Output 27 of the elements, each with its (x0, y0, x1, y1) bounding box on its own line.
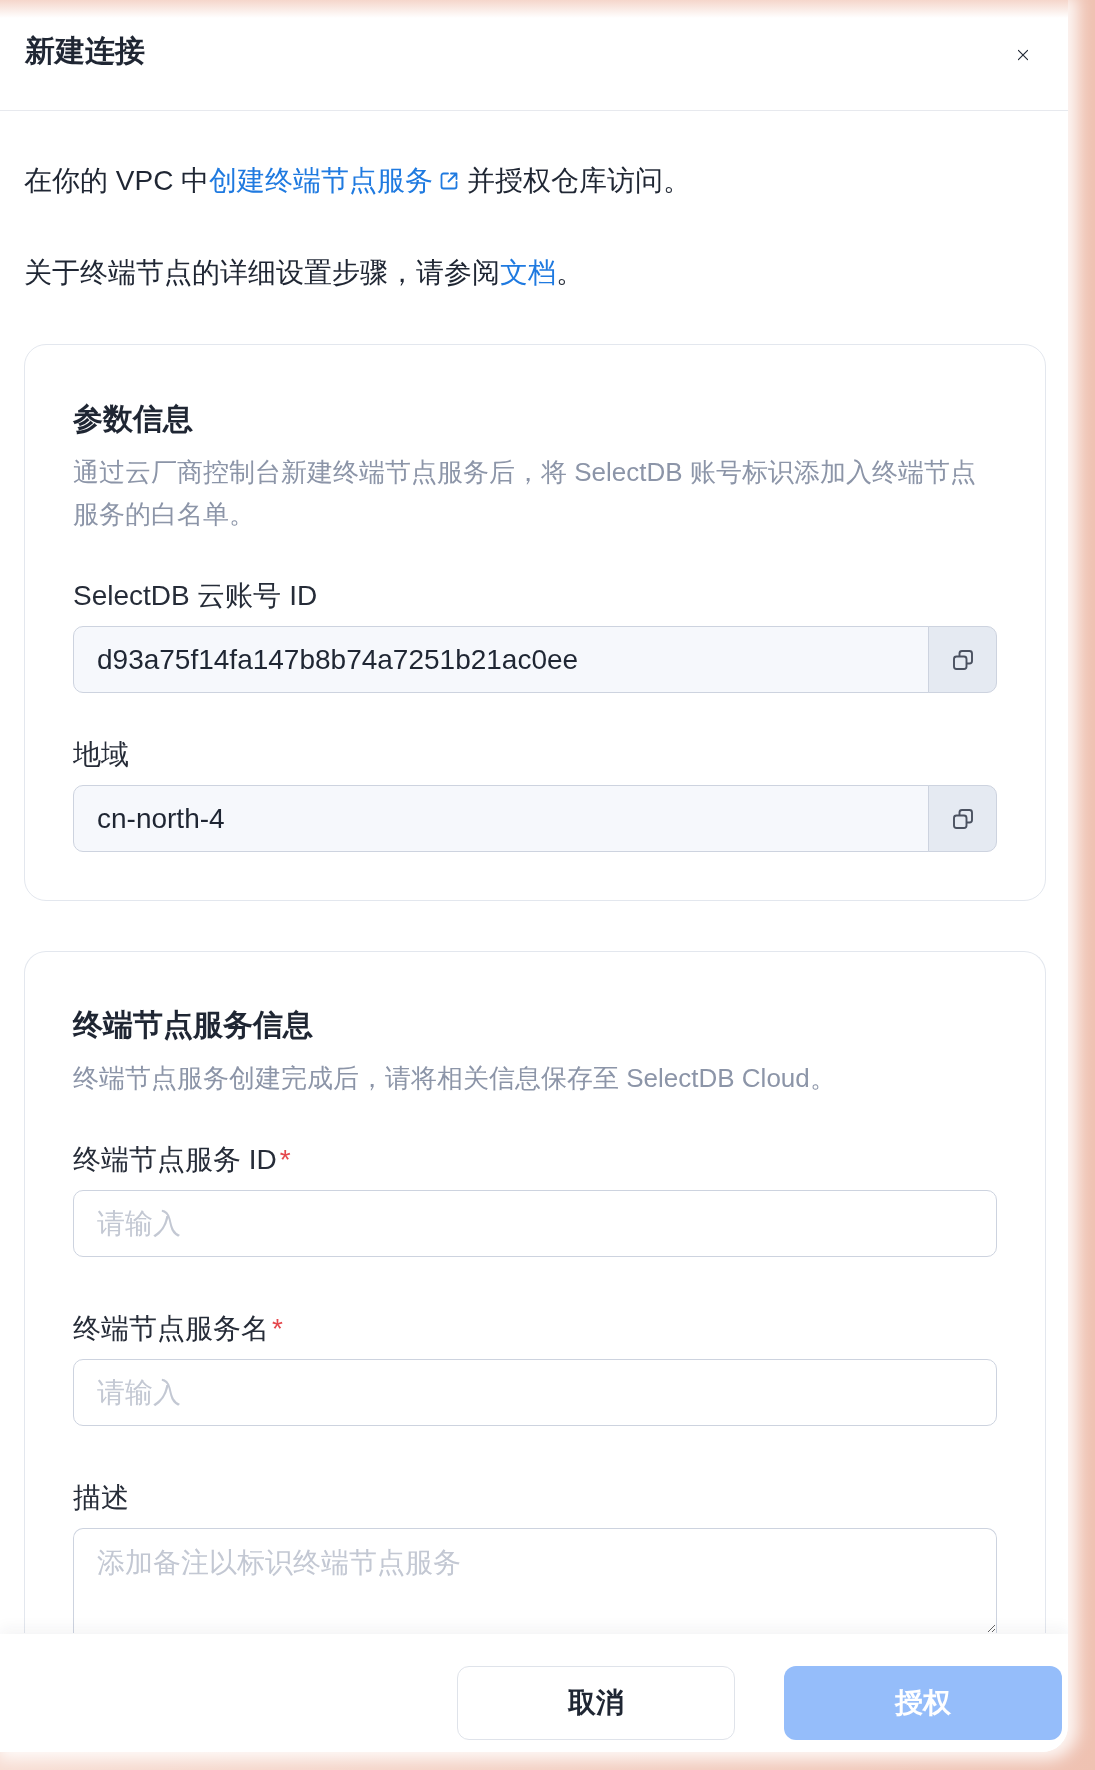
readonly-field[interactable]: cn-north-4 (73, 785, 929, 852)
section-description: 终端节点服务创建完成后，请将相关信息保存至 SelectDB Cloud。 (73, 1062, 837, 1095)
dialog-title: 新建连接 (25, 33, 145, 69)
inline-link[interactable]: 创建终端节点服务 (209, 165, 460, 196)
section-title: 终端节点服务信息 (73, 1007, 314, 1043)
field-label: 终端节点服务 ID (73, 1143, 277, 1177)
field-label: SelectDB 云账号 ID (73, 579, 318, 613)
intro-text: 关于终端节点的详细设置步骤，请参阅文档。 (24, 256, 585, 290)
section-title: 参数信息 (73, 401, 194, 437)
copy-icon (951, 807, 974, 830)
cancel-button[interactable]: 取消 (457, 1666, 735, 1740)
text-field[interactable]: 请输入 (73, 1190, 997, 1257)
section-description: 通过云厂商控制台新建终端节点服务后，将 SelectDB 账号标识添加入终端节点服务的白名单。 (73, 456, 977, 531)
external-link-icon (439, 171, 460, 191)
copy-button[interactable] (928, 785, 997, 852)
textarea-field[interactable]: 添加备注以标识终端节点服务 (73, 1528, 997, 1633)
field-label: 终端节点服务名 (73, 1312, 269, 1346)
copy-button[interactable] (928, 626, 997, 693)
inline-link[interactable]: 文档 (500, 257, 556, 288)
text-field[interactable]: 请输入 (73, 1359, 997, 1426)
required-mark: * (272, 1312, 283, 1346)
required-mark: * (279, 1143, 291, 1177)
copy-icon (951, 648, 974, 671)
intro-text: 在你的 VPC 中创建终端节点服务 并授权仓库访问。 (24, 164, 692, 198)
field-label: 地域 (73, 738, 129, 772)
readonly-field[interactable]: d93a75f14fa147b8b74a7251b21ac0ee (73, 626, 929, 693)
field-label: 描述 (73, 1481, 129, 1515)
